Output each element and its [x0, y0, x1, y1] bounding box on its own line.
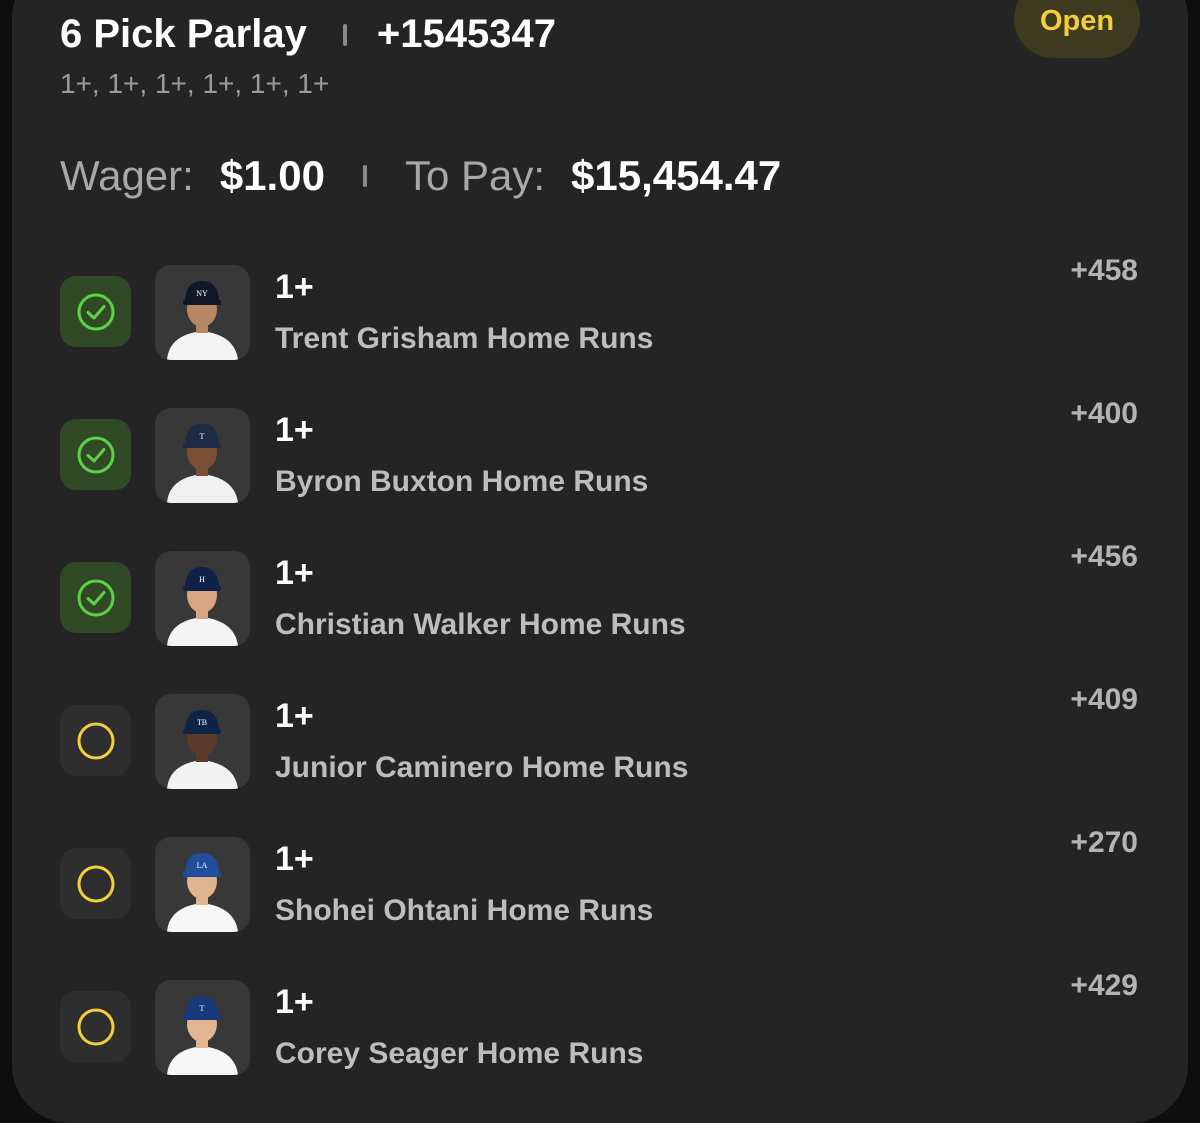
svg-text:LA: LA: [197, 861, 208, 870]
leg-row[interactable]: H 1+ Christian Walker Home Runs +456: [0, 286, 1200, 646]
lines-summary: 1+, 1+, 1+, 1+, 1+, 1+: [60, 68, 330, 99]
leg-market: Corey Seager Home Runs: [275, 1037, 644, 1070]
svg-text:NY: NY: [196, 289, 208, 298]
wager-divider: [362, 165, 367, 187]
leg-row[interactable]: NY 1+ Trent Grisham Home Runs +458: [0, 0, 1200, 360]
leg-row[interactable]: T 1+ Byron Buxton Home Runs +400: [0, 143, 1200, 503]
header-divider: [342, 23, 347, 46]
wager-value: $1.00: [219, 152, 325, 199]
check-circle-icon: [77, 579, 114, 616]
player-avatar: TB: [155, 694, 250, 789]
payout-label: To Pay:: [404, 152, 546, 199]
leg-status: [60, 848, 131, 919]
leg-line: 1+: [275, 983, 314, 1021]
leg-odds: +400: [1070, 397, 1138, 430]
parlay-title: 6 Pick Parlay: [60, 12, 307, 56]
leg-odds: +270: [1070, 826, 1138, 859]
leg-odds: +409: [1070, 683, 1138, 716]
player-avatar: NY: [155, 265, 250, 360]
leg-row[interactable]: T 1+ Corey Seager Home Runs +429: [0, 715, 1200, 1075]
parlay-odds: +1545347: [376, 12, 556, 56]
player-avatar: T: [155, 980, 250, 1075]
svg-text:T: T: [200, 1004, 205, 1013]
svg-text:H: H: [199, 575, 205, 584]
check-circle-icon: [77, 436, 114, 473]
player-avatar: LA: [155, 837, 250, 932]
leg-line: 1+: [275, 554, 314, 592]
bet-header: 6 Pick Parlay +1545347: [60, 12, 556, 57]
leg-row[interactable]: TB 1+ Junior Caminero Home Runs +409: [0, 429, 1200, 789]
leg-line: 1+: [275, 697, 314, 735]
player-headshot-icon: H: [167, 567, 238, 646]
svg-text:TB: TB: [197, 718, 207, 727]
check-circle-icon: [77, 293, 114, 330]
player-avatar: H: [155, 551, 250, 646]
leg-line: 1+: [275, 411, 314, 449]
leg-row[interactable]: LA 1+ Shohei Ohtani Home Runs +270: [0, 572, 1200, 932]
player-headshot-icon: TB: [167, 710, 238, 789]
leg-odds: +429: [1070, 969, 1138, 1002]
payout-value: $15,454.47: [571, 152, 782, 199]
leg-market: Junior Caminero Home Runs: [275, 751, 689, 784]
open-circle-icon: [77, 722, 114, 759]
player-headshot-icon: LA: [167, 853, 238, 932]
leg-market: Christian Walker Home Runs: [275, 608, 686, 641]
player-avatar: T: [155, 408, 250, 503]
wager-label: Wager:: [60, 152, 194, 199]
leg-market: Byron Buxton Home Runs: [275, 465, 649, 498]
player-headshot-icon: T: [167, 424, 238, 503]
status-badge: Open: [1014, 0, 1140, 58]
open-circle-icon: [77, 1008, 114, 1045]
leg-odds: +456: [1070, 540, 1138, 573]
leg-market: Trent Grisham Home Runs: [275, 322, 654, 355]
player-headshot-icon: NY: [167, 281, 238, 360]
open-circle-icon: [77, 865, 114, 902]
leg-line: 1+: [275, 840, 314, 878]
leg-line: 1+: [275, 268, 314, 306]
wager-summary: Wager: $1.00 To Pay: $15,454.47: [60, 152, 781, 200]
leg-status: [60, 991, 131, 1062]
leg-odds: +458: [1070, 254, 1138, 287]
player-headshot-icon: T: [167, 996, 238, 1075]
leg-market: Shohei Ohtani Home Runs: [275, 894, 654, 927]
svg-text:T: T: [200, 432, 205, 441]
